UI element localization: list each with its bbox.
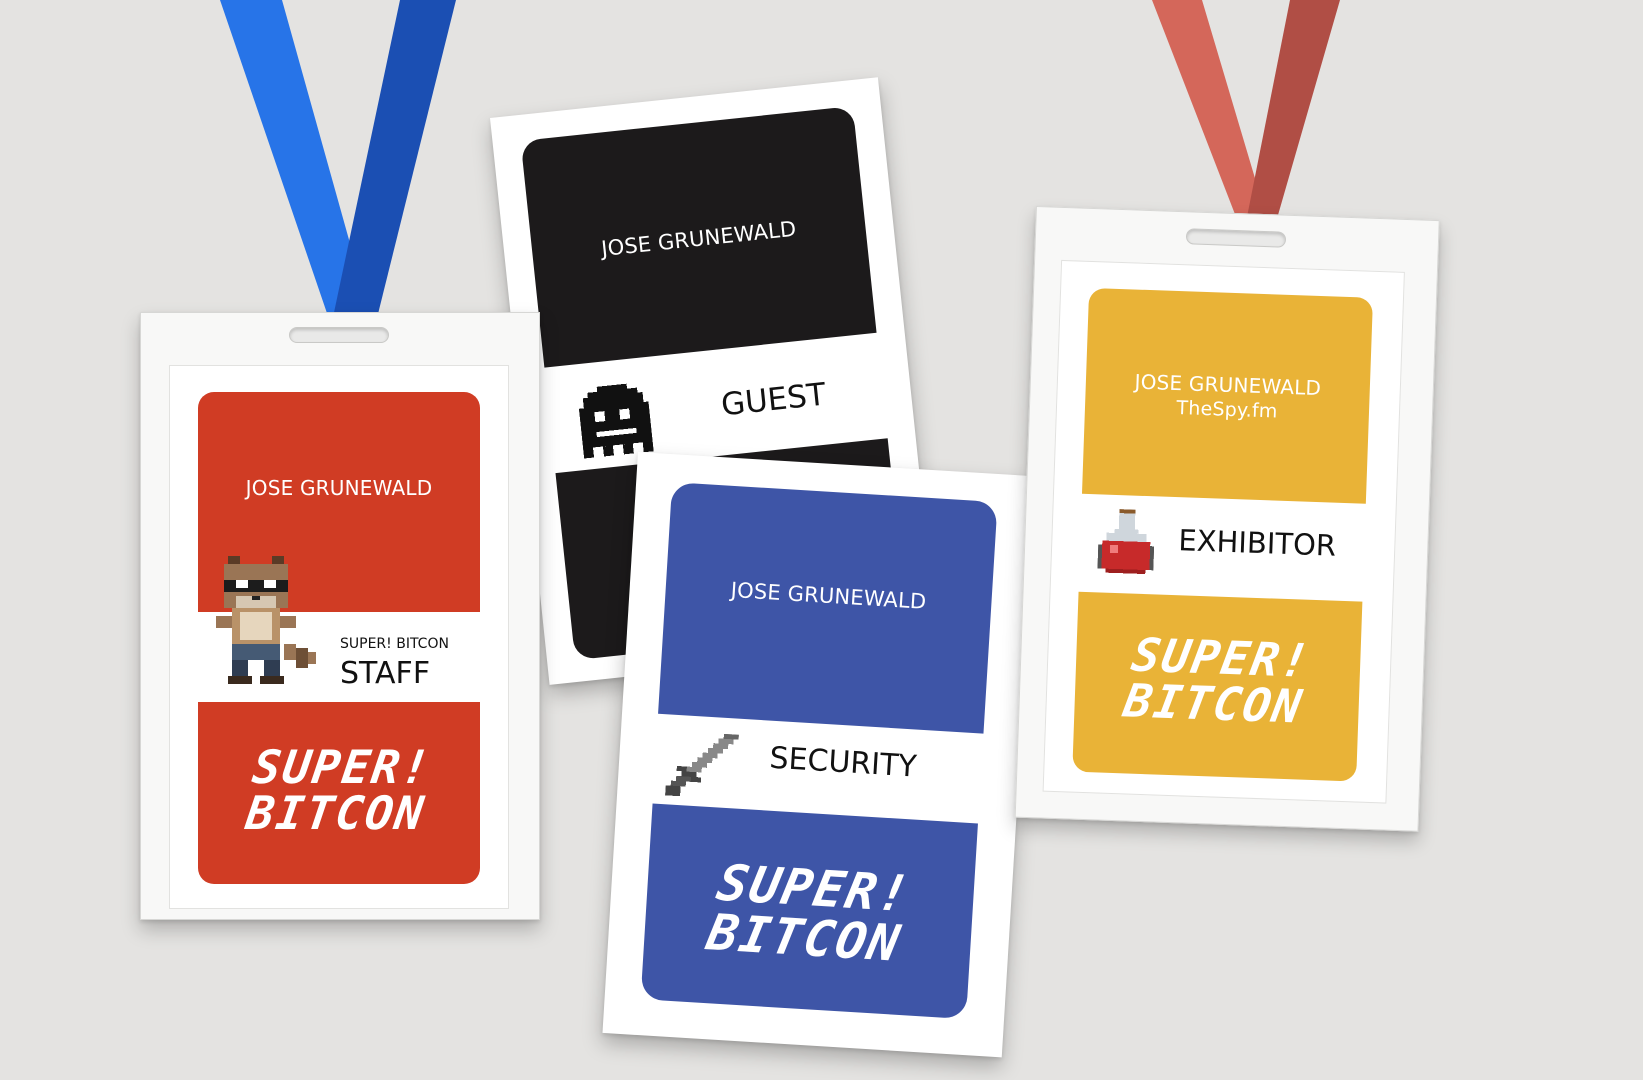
exhibitor-logo-panel: SUPER! BITCON: [1072, 591, 1363, 782]
staff-event-label: SUPER! BITCON: [340, 636, 449, 652]
staff-lanyard-slot: [289, 327, 389, 343]
red-lanyard-strap: [1152, 0, 1340, 222]
guest-attendee-name: JOSE GRUNEWALD: [600, 216, 798, 262]
staff-badge-holder: JOSE GRUNEWALD SUPER! BITCON STAFF SUPER…: [140, 312, 540, 920]
exhibitor-lanyard-slot: [1185, 228, 1287, 248]
security-attendee-name: JOSE GRUNEWALD: [730, 577, 928, 614]
exhibitor-event-logo: SUPER! BITCON: [1119, 627, 1316, 734]
staff-role-label: STAFF: [340, 656, 431, 691]
exhibitor-badge-holder: JOSE GRUNEWALD TheSpy.fm EXHIBITOR SUPER…: [1014, 206, 1440, 832]
guest-role-label: GUEST: [719, 376, 828, 424]
potion-icon: [1097, 509, 1155, 575]
blue-lanyard-strap: [220, 0, 456, 322]
staff-event-logo: SUPER! BITCON: [242, 740, 436, 840]
guest-name-panel: JOSE GRUNEWALD: [520, 106, 877, 368]
badge-scene: JOSE GRUNEWALD GUEST SUPER! BITCON: [0, 0, 1643, 1080]
security-badge-card: JOSE GRUNEWALD SECURITY SUPER! BITCON: [602, 452, 1038, 1058]
security-event-logo: SUPER! BITCON: [702, 853, 917, 973]
security-role-label: SECURITY: [768, 740, 918, 785]
exhibitor-badge-insert: JOSE GRUNEWALD TheSpy.fm EXHIBITOR SUPER…: [1042, 259, 1405, 804]
staff-attendee-name: JOSE GRUNEWALD: [245, 476, 433, 500]
raccoon-icon: [216, 556, 316, 684]
security-name-panel: JOSE GRUNEWALD: [658, 482, 998, 734]
exhibitor-name-panel: JOSE GRUNEWALD TheSpy.fm: [1081, 287, 1374, 504]
exhibitor-role-label: EXHIBITOR: [1177, 523, 1337, 563]
security-logo-panel: SUPER! BITCON: [640, 803, 978, 1020]
sword-icon: [665, 733, 739, 797]
staff-badge-insert: JOSE GRUNEWALD SUPER! BITCON STAFF SUPER…: [169, 365, 509, 909]
staff-logo-panel: SUPER! BITCON: [198, 702, 480, 884]
